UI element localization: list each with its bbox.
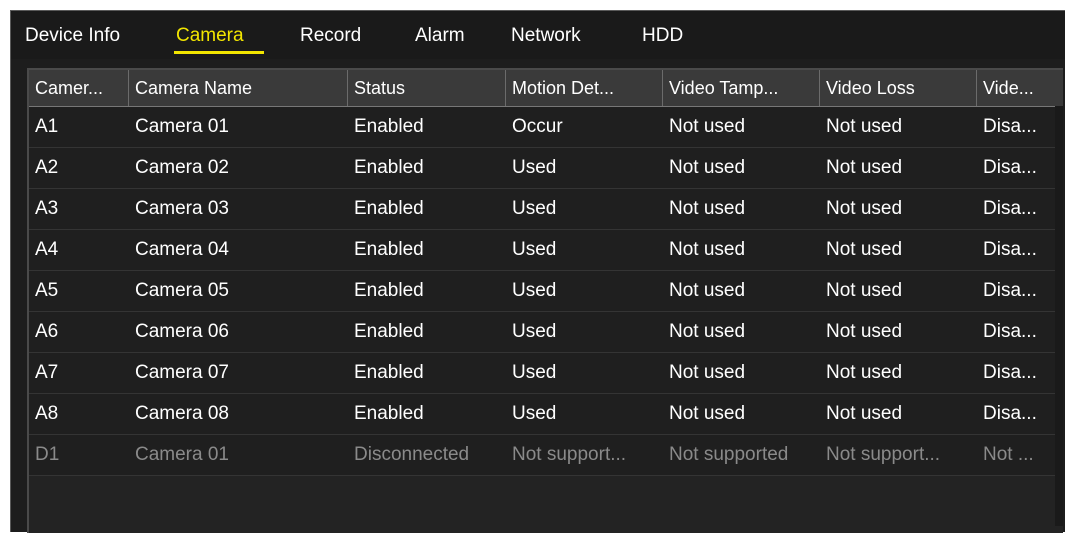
column-header-video-tampering[interactable]: Video Tamp...: [663, 70, 820, 106]
cell-camera-name: Camera 04: [135, 239, 229, 260]
cell-motion-detection: Used: [512, 239, 557, 260]
cell-status: Enabled: [354, 403, 424, 424]
cell-status: Enabled: [354, 198, 424, 219]
tab-bar: Device Info Camera Record Alarm Network …: [11, 11, 1065, 59]
cell-video-extra: Disa...: [983, 321, 1037, 342]
table-row[interactable]: A5 Camera 05 Enabled Used Not used Not used Di…: [29, 271, 1063, 312]
cell-camera-no: D1: [35, 444, 60, 465]
column-header-camera-name[interactable]: Camera Name: [129, 70, 348, 106]
cell-camera-name: Camera 08: [135, 403, 229, 424]
cell-video-loss: Not used: [826, 280, 903, 301]
camera-status-table: Camer... Camera Name Status Motion Det..…: [27, 68, 1063, 533]
tab-alarm[interactable]: Alarm: [415, 25, 465, 47]
cell-video-loss: Not used: [826, 403, 903, 424]
cell-motion-detection: Used: [512, 403, 557, 424]
cell-video-loss: Not used: [826, 116, 903, 137]
tab-record[interactable]: Record: [300, 25, 361, 47]
cell-video-extra: Disa...: [983, 239, 1037, 260]
cell-video-tampering: Not used: [669, 239, 746, 260]
cell-video-extra: Not ...: [983, 444, 1034, 465]
cell-motion-detection: Used: [512, 157, 557, 178]
column-header-camera-no[interactable]: Camer...: [29, 70, 129, 106]
cell-video-extra: Disa...: [983, 116, 1037, 137]
cell-camera-name: Camera 03: [135, 198, 229, 219]
tab-hdd[interactable]: HDD: [642, 25, 683, 47]
table-row[interactable]: A2 Camera 02 Enabled Used Not used Not used Di…: [29, 148, 1063, 189]
cell-video-extra: Disa...: [983, 362, 1037, 383]
cell-video-tampering: Not used: [669, 116, 746, 137]
cell-status: Enabled: [354, 362, 424, 383]
cell-video-tampering: Not used: [669, 321, 746, 342]
cell-camera-no: A6: [35, 321, 59, 342]
table-row[interactable]: A1 Camera 01 Enabled Occur Not used Not used D…: [29, 107, 1063, 148]
cell-video-extra: Disa...: [983, 157, 1037, 178]
cell-camera-name: Camera 02: [135, 157, 229, 178]
device-info-panel: Device Info Camera Record Alarm Network …: [10, 10, 1065, 533]
cell-motion-detection: Not support...: [512, 444, 627, 465]
table-row[interactable]: A3 Camera 03 Enabled Used Not used Not used Di…: [29, 189, 1063, 230]
cell-camera-no: A3: [35, 198, 59, 219]
cell-video-extra: Disa...: [983, 280, 1037, 301]
table-scroll-edge: [1055, 106, 1063, 526]
cell-video-tampering: Not used: [669, 403, 746, 424]
cell-video-loss: Not support...: [826, 444, 941, 465]
table-row[interactable]: A8 Camera 08 Enabled Used Not used Not used Di…: [29, 394, 1063, 435]
table-row[interactable]: A4 Camera 04 Enabled Used Not used Not used Di…: [29, 230, 1063, 271]
cell-camera-no: A4: [35, 239, 59, 260]
cell-video-tampering: Not used: [669, 280, 746, 301]
cell-camera-name: Camera 01: [135, 444, 229, 465]
column-header-status[interactable]: Status: [348, 70, 506, 106]
table-row[interactable]: A7 Camera 07 Enabled Used Not used Not used Di…: [29, 353, 1063, 394]
cell-status: Enabled: [354, 321, 424, 342]
column-header-video-extra[interactable]: Vide...: [977, 70, 1057, 106]
cell-camera-no: A8: [35, 403, 59, 424]
cell-motion-detection: Used: [512, 321, 557, 342]
column-header-video-loss[interactable]: Video Loss: [820, 70, 977, 106]
cell-video-extra: Disa...: [983, 198, 1037, 219]
cell-video-tampering: Not used: [669, 198, 746, 219]
cell-video-tampering: Not used: [669, 362, 746, 383]
tab-camera[interactable]: Camera: [176, 25, 244, 47]
cell-motion-detection: Occur: [512, 116, 563, 137]
cell-camera-name: Camera 05: [135, 280, 229, 301]
tab-network[interactable]: Network: [511, 25, 581, 47]
cell-camera-no: A1: [35, 116, 59, 137]
cell-status: Enabled: [354, 280, 424, 301]
cell-camera-no: A5: [35, 280, 59, 301]
cell-camera-no: A7: [35, 362, 59, 383]
cell-status: Disconnected: [354, 444, 470, 465]
cell-video-loss: Not used: [826, 157, 903, 178]
tab-device-info[interactable]: Device Info: [25, 25, 120, 47]
cell-video-loss: Not used: [826, 198, 903, 219]
cell-video-extra: Disa...: [983, 403, 1037, 424]
cell-camera-name: Camera 07: [135, 362, 229, 383]
cell-status: Enabled: [354, 116, 424, 137]
cell-camera-name: Camera 01: [135, 116, 229, 137]
cell-video-tampering: Not supported: [669, 444, 789, 465]
cell-motion-detection: Used: [512, 280, 557, 301]
cell-video-loss: Not used: [826, 362, 903, 383]
cell-camera-no: A2: [35, 157, 59, 178]
column-header-motion-detection[interactable]: Motion Det...: [506, 70, 663, 106]
cell-video-loss: Not used: [826, 239, 903, 260]
cell-motion-detection: Used: [512, 362, 557, 383]
cell-motion-detection: Used: [512, 198, 557, 219]
cell-camera-name: Camera 06: [135, 321, 229, 342]
table-row[interactable]: D1 Camera 01 Disconnected Not support... Not…: [29, 435, 1063, 476]
cell-video-loss: Not used: [826, 321, 903, 342]
table-row[interactable]: A6 Camera 06 Enabled Used Not used Not used Di…: [29, 312, 1063, 353]
cell-status: Enabled: [354, 239, 424, 260]
table-header-row: Camer... Camera Name Status Motion Det..…: [29, 70, 1063, 107]
active-tab-underline: [174, 51, 264, 54]
cell-video-tampering: Not used: [669, 157, 746, 178]
cell-status: Enabled: [354, 157, 424, 178]
